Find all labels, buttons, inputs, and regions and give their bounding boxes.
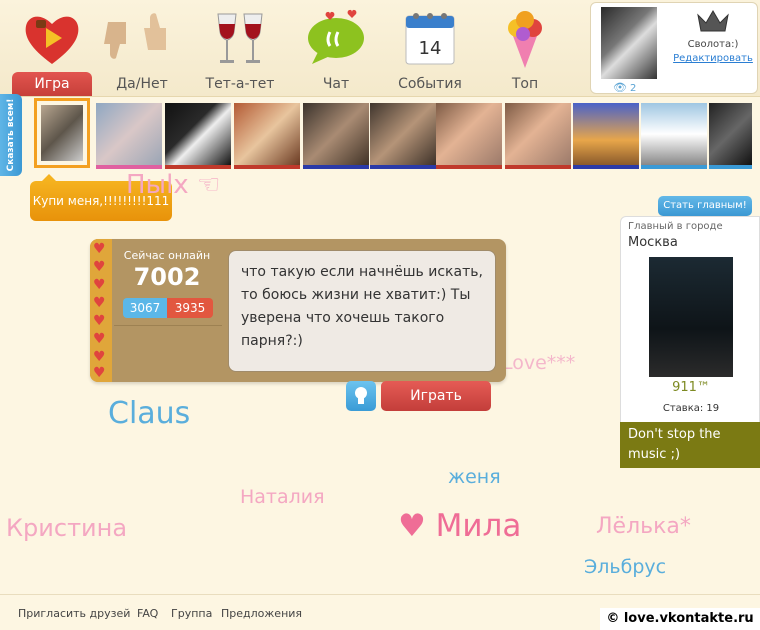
strip-photo-1[interactable] bbox=[34, 98, 90, 168]
wine-glasses-icon bbox=[208, 6, 272, 70]
nav-top-label: Топ bbox=[511, 76, 539, 92]
strip-photo-9[interactable] bbox=[573, 103, 639, 169]
say-all-tab[interactable]: Сказать всем! bbox=[0, 94, 22, 176]
nav-chat[interactable]: Чат bbox=[286, 0, 386, 95]
edit-profile-link[interactable]: Редактировать bbox=[669, 53, 757, 64]
play-button[interactable]: Играть bbox=[381, 381, 491, 411]
profile-avatar[interactable] bbox=[601, 7, 657, 79]
nav-events[interactable]: 14 События bbox=[380, 0, 480, 95]
chat-bubble-icon bbox=[304, 6, 368, 70]
become-main-button[interactable]: Стать главным! bbox=[658, 196, 752, 216]
suggestions-link[interactable]: Предложения bbox=[221, 607, 302, 620]
message-bubble: что такую если начнёшь искать, то боюсь … bbox=[228, 250, 496, 372]
strip-photo-11[interactable] bbox=[709, 103, 752, 169]
online-count: 7002 bbox=[133, 263, 201, 291]
panel-divider bbox=[114, 325, 222, 326]
floating-name-7[interactable]: ♥ Мила bbox=[398, 508, 521, 544]
floating-name-4[interactable]: женя bbox=[448, 466, 501, 488]
strip-photo-10[interactable] bbox=[641, 103, 707, 169]
floating-name-3[interactable]: Love*** bbox=[502, 352, 575, 374]
photo-strip bbox=[32, 98, 754, 170]
top-nav: Игра Да/Нет Тет-а-тет Чат 14 События Топ… bbox=[0, 0, 760, 97]
calendar-icon: 14 bbox=[398, 6, 462, 70]
floating-name-8[interactable]: Лёлька* bbox=[596, 514, 691, 539]
nav-game-label: Игра bbox=[12, 72, 92, 96]
thumbs-icon bbox=[104, 6, 174, 70]
online-label: Сейчас онлайн bbox=[123, 249, 211, 262]
main-user-points: 911™ bbox=[672, 380, 710, 395]
strip-photo-6[interactable] bbox=[370, 103, 436, 169]
views-counter: 👁 2 bbox=[613, 81, 636, 94]
main-user-status: Don't stop the music ;) bbox=[620, 422, 760, 468]
crown-icon bbox=[696, 9, 730, 37]
lightbulb-icon bbox=[355, 387, 367, 404]
nav-yes-no-label: Да/Нет bbox=[116, 76, 168, 92]
floating-name-5[interactable]: Наталия bbox=[240, 486, 325, 508]
bouquet-icon bbox=[493, 6, 557, 70]
nav-tete-a-tete[interactable]: Тет-а-тет bbox=[190, 0, 290, 95]
main-bid: Ставка: 19 bbox=[662, 403, 720, 414]
nav-top[interactable]: Топ bbox=[475, 0, 575, 95]
views-count: 2 bbox=[629, 83, 637, 94]
floating-name-9[interactable]: Эльбрус bbox=[584, 556, 666, 578]
floating-name-2[interactable]: Claus bbox=[108, 396, 190, 431]
hearts-decoration: ♥ ♥ ♥ ♥ ♥ ♥ ♥ ♥ bbox=[90, 239, 112, 382]
boys-online-count: 3067 bbox=[123, 298, 167, 318]
strip-photo-7[interactable] bbox=[436, 103, 502, 169]
girls-online-count: 3935 bbox=[167, 298, 213, 318]
strip-photo-2[interactable] bbox=[96, 103, 162, 169]
svg-text:14: 14 bbox=[419, 38, 442, 59]
nav-chat-label: Чат bbox=[322, 76, 350, 92]
main-in-city-caption: Главный в городе bbox=[628, 221, 723, 232]
strip-photo-8[interactable] bbox=[505, 103, 571, 169]
profile-name: Сволота:) bbox=[687, 39, 739, 50]
floating-name-1[interactable]: Пыlx ☜ bbox=[126, 170, 220, 200]
eye-icon: 👁 bbox=[613, 81, 627, 94]
floating-name-6[interactable]: Кристина bbox=[6, 514, 127, 542]
faq-link[interactable]: FAQ bbox=[137, 607, 158, 620]
strip-photo-4[interactable] bbox=[234, 103, 300, 169]
heart-play-icon bbox=[20, 6, 84, 70]
invite-friends-link[interactable]: Пригласить друзей bbox=[18, 607, 130, 620]
nav-yes-no[interactable]: Да/Нет bbox=[92, 0, 192, 95]
copyright-watermark: © love.vkontakte.ru bbox=[600, 608, 760, 630]
nav-tete-a-tete-label: Тет-а-тет bbox=[205, 76, 275, 92]
nav-events-label: События bbox=[398, 76, 462, 92]
strip-photo-5[interactable] bbox=[303, 103, 369, 169]
say-all-label: Сказать всем! bbox=[6, 98, 16, 172]
profile-card: Сволота:) Редактировать 👁 2 bbox=[590, 2, 758, 94]
nav-game[interactable]: Игра bbox=[2, 0, 102, 96]
strip-photo-3[interactable] bbox=[165, 103, 231, 169]
group-link[interactable]: Группа bbox=[171, 607, 212, 620]
main-user-photo[interactable] bbox=[649, 257, 733, 377]
city-name: Москва bbox=[628, 235, 678, 250]
hint-button[interactable] bbox=[346, 381, 376, 411]
